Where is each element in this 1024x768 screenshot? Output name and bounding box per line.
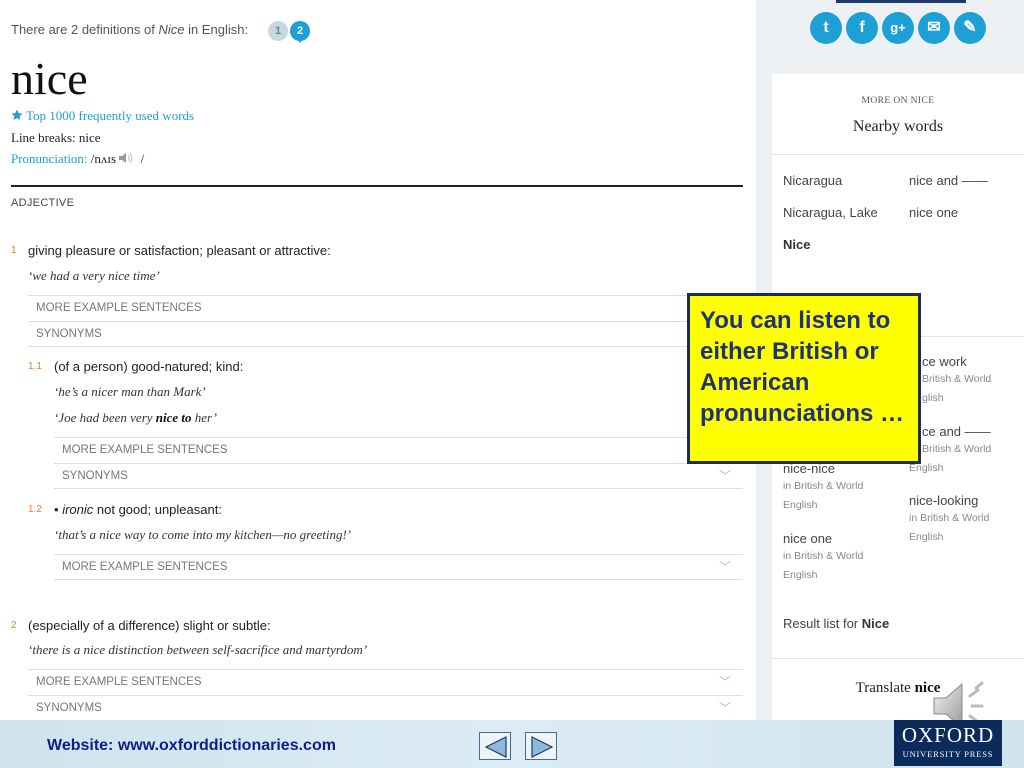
chevron-down-icon: ﹀	[718, 469, 731, 483]
sense-example: ‘Joe had been very nice to her’	[54, 410, 217, 425]
pronunciation-ipa: /nʌɪs	[90, 151, 117, 166]
sense-example: ‘he’s a nicer man than Mark’	[54, 384, 206, 399]
sense-definition: (of a person) good-natured; kind:	[54, 359, 244, 374]
related-word-source: in British & World	[783, 480, 864, 492]
related-word-source: English	[783, 569, 818, 581]
sense-number: 1.2	[28, 504, 42, 515]
definition-count: There are 2 definitions of Nice in Engli…	[11, 22, 249, 37]
triangle-right-icon	[531, 736, 554, 758]
chevron-down-icon: ﹀	[718, 701, 731, 715]
pencil-icon[interactable]: ✎	[954, 12, 986, 44]
nearby-word-current: Nice	[783, 237, 811, 252]
triangle-left-icon	[484, 736, 507, 758]
sense-definition: giving pleasure or satisfaction; pleasan…	[28, 243, 331, 258]
next-button[interactable]	[525, 732, 557, 760]
related-word-link[interactable]: nice-looking	[909, 493, 978, 508]
oxford-logo: OXFORD UNIVERSITY PRESS	[894, 720, 1002, 766]
sense-definition: • ironic not good; unpleasant:	[54, 502, 222, 517]
panel-divider	[772, 154, 1024, 155]
panel-divider	[772, 658, 1024, 659]
speaker-icon[interactable]	[119, 152, 137, 164]
pronunciation: Pronunciation: /nʌɪs /	[11, 151, 145, 166]
twitter-icon[interactable]: t	[810, 12, 842, 44]
sense-definition: (especially of a difference) slight or s…	[28, 618, 271, 633]
related-word-link[interactable]: nice one	[783, 531, 832, 546]
callout-box: You can listen to either British or Amer…	[687, 293, 921, 464]
chevron-down-icon: ﹀	[718, 560, 731, 574]
top-1000-link[interactable]: Top 1000 frequently used words	[11, 108, 194, 124]
result-list-link[interactable]: Result list for Nice	[783, 616, 889, 631]
synonyms-bar[interactable]: SYNONYMS ﹀	[54, 463, 743, 489]
related-word-link[interactable]: ce and ——	[922, 424, 991, 439]
callout-text: You can listen to either British or Amer…	[700, 307, 904, 427]
google-plus-icon[interactable]: g+	[882, 12, 914, 44]
definition-tab-1[interactable]: 1	[268, 21, 288, 41]
website-link[interactable]: Website: www.oxforddictionaries.com	[47, 737, 336, 755]
more-examples-bar[interactable]: MORE EXAMPLE SENTENCES ﹀	[28, 669, 743, 695]
logo-line-2: UNIVERSITY PRESS	[902, 749, 994, 759]
sense-example: ‘there is a nice distinction between sel…	[28, 642, 368, 657]
part-of-speech: ADJECTIVE	[11, 197, 75, 209]
sense-number: 1.1	[28, 361, 42, 372]
synonyms-bar[interactable]: SYNONYMS	[28, 321, 743, 347]
related-word-link[interactable]: ce work	[922, 354, 967, 369]
synonyms-bar[interactable]: SYNONYMS ﹀	[28, 695, 743, 720]
entry-content: There are 2 definitions of Nice in Engli…	[0, 0, 756, 720]
logo-line-1: OXFORD	[901, 723, 995, 747]
line-breaks: Line breaks: nice	[11, 130, 101, 145]
definition-tab-2[interactable]: 2	[290, 21, 310, 43]
related-word-source: British & World	[922, 443, 992, 455]
nearby-word-link[interactable]: nice one	[909, 205, 958, 220]
star-icon	[11, 109, 23, 120]
more-examples-bar[interactable]: MORE EXAMPLE SENTENCES ﹀	[54, 554, 743, 580]
sense-example: ‘we had a very nice time’	[28, 268, 160, 283]
facebook-icon[interactable]: f	[846, 12, 878, 44]
nearby-word-link[interactable]: Nicaragua, Lake	[783, 205, 878, 220]
related-word-source: in British & World	[783, 550, 864, 562]
more-examples-bar[interactable]: MORE EXAMPLE SENTENCES	[54, 437, 743, 463]
chevron-down-icon: ﹀	[718, 675, 731, 689]
nearby-words-title: Nearby words	[852, 118, 944, 135]
nearby-word-link[interactable]: nice and ——	[909, 173, 988, 188]
sense-number: 1	[11, 245, 17, 256]
more-examples-bar[interactable]: MORE EXAMPLE SENTENCES	[28, 295, 743, 321]
pronunciation-label: Pronunciation:	[11, 151, 88, 166]
related-word-source: English	[909, 531, 944, 543]
sense-example: ‘that’s a nice way to come into my kitch…	[54, 527, 352, 542]
related-word-source: glish	[922, 392, 944, 404]
previous-button[interactable]	[479, 732, 511, 760]
top-accent-bar	[836, 0, 966, 3]
headword: nice	[11, 53, 88, 104]
email-icon[interactable]: ✉	[918, 12, 950, 44]
section-divider	[11, 185, 743, 187]
slide-footer: Website: www.oxforddictionaries.com	[0, 720, 1024, 768]
nearby-word-link[interactable]: Nicaragua	[783, 173, 842, 188]
related-word-source: English	[783, 499, 818, 511]
more-on-heading: MORE ON NICE	[861, 96, 935, 106]
related-word-source: in British & World	[909, 512, 990, 524]
sense-number: 2	[11, 620, 17, 631]
related-word-source: British & World	[922, 373, 992, 385]
